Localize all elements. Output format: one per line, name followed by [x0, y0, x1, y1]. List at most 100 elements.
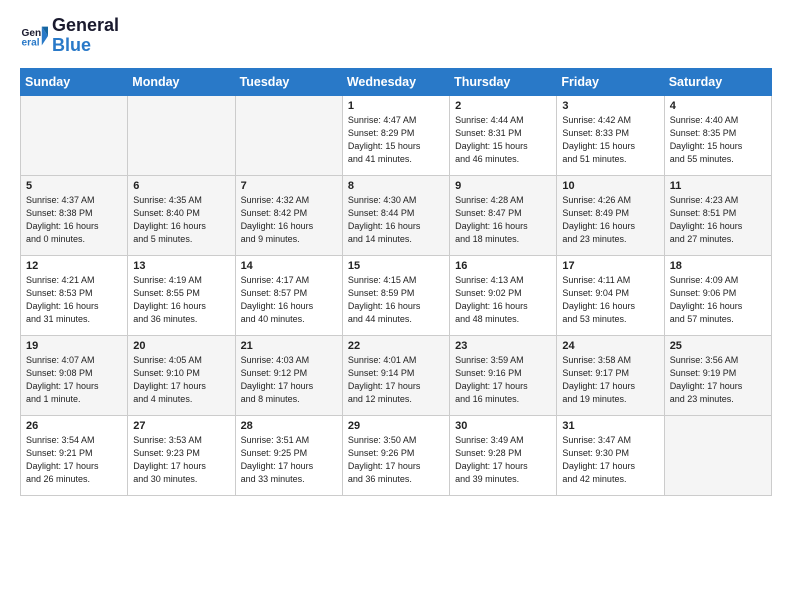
- day-number: 19: [26, 340, 122, 352]
- day-number: 14: [241, 260, 337, 272]
- calendar: Sunday Monday Tuesday Wednesday Thursday…: [20, 68, 772, 496]
- table-row: 8 Sunrise: 4:30 AM Sunset: 8:44 PM Daylig…: [342, 175, 449, 255]
- day-number: 17: [562, 260, 658, 272]
- day-info: Sunrise: 4:35 AM Sunset: 8:40 PM Dayligh…: [133, 194, 229, 246]
- weekday-header-row: Sunday Monday Tuesday Wednesday Thursday…: [21, 68, 772, 95]
- table-row: [128, 95, 235, 175]
- day-info: Sunrise: 4:13 AM Sunset: 9:02 PM Dayligh…: [455, 274, 551, 326]
- table-row: 6 Sunrise: 4:35 AM Sunset: 8:40 PM Daylig…: [128, 175, 235, 255]
- day-info: Sunrise: 3:54 AM Sunset: 9:21 PM Dayligh…: [26, 434, 122, 486]
- day-info: Sunrise: 3:50 AM Sunset: 9:26 PM Dayligh…: [348, 434, 444, 486]
- header-thursday: Thursday: [450, 68, 557, 95]
- table-row: 26 Sunrise: 3:54 AM Sunset: 9:21 PM Dayli…: [21, 415, 128, 495]
- day-info: Sunrise: 3:59 AM Sunset: 9:16 PM Dayligh…: [455, 354, 551, 406]
- logo: Gen eral General Blue: [20, 16, 119, 56]
- table-row: 9 Sunrise: 4:28 AM Sunset: 8:47 PM Daylig…: [450, 175, 557, 255]
- day-info: Sunrise: 4:01 AM Sunset: 9:14 PM Dayligh…: [348, 354, 444, 406]
- day-number: 28: [241, 420, 337, 432]
- day-number: 8: [348, 180, 444, 192]
- table-row: 20 Sunrise: 4:05 AM Sunset: 9:10 PM Dayli…: [128, 335, 235, 415]
- day-number: 2: [455, 100, 551, 112]
- day-info: Sunrise: 3:56 AM Sunset: 9:19 PM Dayligh…: [670, 354, 766, 406]
- table-row: 13 Sunrise: 4:19 AM Sunset: 8:55 PM Dayli…: [128, 255, 235, 335]
- table-row: 23 Sunrise: 3:59 AM Sunset: 9:16 PM Dayli…: [450, 335, 557, 415]
- logo-icon: Gen eral: [20, 22, 48, 50]
- day-info: Sunrise: 4:37 AM Sunset: 8:38 PM Dayligh…: [26, 194, 122, 246]
- day-info: Sunrise: 4:03 AM Sunset: 9:12 PM Dayligh…: [241, 354, 337, 406]
- table-row: 15Sunrise: 4:15 AM Sunset: 8:59 PM Dayli…: [342, 255, 449, 335]
- table-row: 28 Sunrise: 3:51 AM Sunset: 9:25 PM Dayli…: [235, 415, 342, 495]
- table-row: 12 Sunrise: 4:21 AM Sunset: 8:53 PM Dayli…: [21, 255, 128, 335]
- table-row: [664, 415, 771, 495]
- table-row: 22 Sunrise: 4:01 AM Sunset: 9:14 PM Dayli…: [342, 335, 449, 415]
- day-info: Sunrise: 3:47 AM Sunset: 9:30 PM Dayligh…: [562, 434, 658, 486]
- table-row: 3 Sunrise: 4:42 AM Sunset: 8:33 PM Daylig…: [557, 95, 664, 175]
- day-number: 1: [348, 100, 444, 112]
- day-number: 27: [133, 420, 229, 432]
- day-number: 23: [455, 340, 551, 352]
- table-row: 29Sunrise: 3:50 AM Sunset: 9:26 PM Dayli…: [342, 415, 449, 495]
- day-number: 3: [562, 100, 658, 112]
- table-row: 24Sunrise: 3:58 AM Sunset: 9:17 PM Dayli…: [557, 335, 664, 415]
- day-info: Sunrise: 4:44 AM Sunset: 8:31 PM Dayligh…: [455, 114, 551, 166]
- day-info: Sunrise: 4:09 AM Sunset: 9:06 PM Dayligh…: [670, 274, 766, 326]
- table-row: 16Sunrise: 4:13 AM Sunset: 9:02 PM Dayli…: [450, 255, 557, 335]
- day-number: 22: [348, 340, 444, 352]
- day-number: 5: [26, 180, 122, 192]
- header-friday: Friday: [557, 68, 664, 95]
- day-info: Sunrise: 4:40 AM Sunset: 8:35 PM Dayligh…: [670, 114, 766, 166]
- table-row: 31 Sunrise: 3:47 AM Sunset: 9:30 PM Dayli…: [557, 415, 664, 495]
- day-info: Sunrise: 4:32 AM Sunset: 8:42 PM Dayligh…: [241, 194, 337, 246]
- day-number: 30: [455, 420, 551, 432]
- table-row: 11 Sunrise: 4:23 AM Sunset: 8:51 PM Dayli…: [664, 175, 771, 255]
- day-info: Sunrise: 4:19 AM Sunset: 8:55 PM Dayligh…: [133, 274, 229, 326]
- day-number: 18: [670, 260, 766, 272]
- table-row: 7Sunrise: 4:32 AM Sunset: 8:42 PM Daylig…: [235, 175, 342, 255]
- day-info: Sunrise: 4:42 AM Sunset: 8:33 PM Dayligh…: [562, 114, 658, 166]
- day-info: Sunrise: 3:49 AM Sunset: 9:28 PM Dayligh…: [455, 434, 551, 486]
- day-number: 20: [133, 340, 229, 352]
- table-row: 27Sunrise: 3:53 AM Sunset: 9:23 PM Dayli…: [128, 415, 235, 495]
- day-info: Sunrise: 4:28 AM Sunset: 8:47 PM Dayligh…: [455, 194, 551, 246]
- day-number: 12: [26, 260, 122, 272]
- day-number: 26: [26, 420, 122, 432]
- header-saturday: Saturday: [664, 68, 771, 95]
- day-info: Sunrise: 4:26 AM Sunset: 8:49 PM Dayligh…: [562, 194, 658, 246]
- day-info: Sunrise: 3:58 AM Sunset: 9:17 PM Dayligh…: [562, 354, 658, 406]
- day-info: Sunrise: 4:21 AM Sunset: 8:53 PM Dayligh…: [26, 274, 122, 326]
- table-row: 14Sunrise: 4:17 AM Sunset: 8:57 PM Dayli…: [235, 255, 342, 335]
- table-row: 30 Sunrise: 3:49 AM Sunset: 9:28 PM Dayli…: [450, 415, 557, 495]
- calendar-week-row: 1Sunrise: 4:47 AM Sunset: 8:29 PM Daylig…: [21, 95, 772, 175]
- day-info: Sunrise: 4:05 AM Sunset: 9:10 PM Dayligh…: [133, 354, 229, 406]
- day-info: Sunrise: 4:11 AM Sunset: 9:04 PM Dayligh…: [562, 274, 658, 326]
- day-info: Sunrise: 4:15 AM Sunset: 8:59 PM Dayligh…: [348, 274, 444, 326]
- table-row: 17 Sunrise: 4:11 AM Sunset: 9:04 PM Dayli…: [557, 255, 664, 335]
- header-tuesday: Tuesday: [235, 68, 342, 95]
- day-number: 4: [670, 100, 766, 112]
- logo-name: General Blue: [52, 16, 119, 56]
- table-row: 2 Sunrise: 4:44 AM Sunset: 8:31 PM Daylig…: [450, 95, 557, 175]
- table-row: 21Sunrise: 4:03 AM Sunset: 9:12 PM Dayli…: [235, 335, 342, 415]
- day-number: 9: [455, 180, 551, 192]
- header-sunday: Sunday: [21, 68, 128, 95]
- day-info: Sunrise: 3:51 AM Sunset: 9:25 PM Dayligh…: [241, 434, 337, 486]
- calendar-week-row: 12 Sunrise: 4:21 AM Sunset: 8:53 PM Dayli…: [21, 255, 772, 335]
- day-number: 6: [133, 180, 229, 192]
- day-number: 10: [562, 180, 658, 192]
- day-number: 13: [133, 260, 229, 272]
- table-row: [21, 95, 128, 175]
- table-row: 4 Sunrise: 4:40 AM Sunset: 8:35 PM Daylig…: [664, 95, 771, 175]
- calendar-week-row: 26 Sunrise: 3:54 AM Sunset: 9:21 PM Dayli…: [21, 415, 772, 495]
- table-row: 19Sunrise: 4:07 AM Sunset: 9:08 PM Dayli…: [21, 335, 128, 415]
- day-info: Sunrise: 4:30 AM Sunset: 8:44 PM Dayligh…: [348, 194, 444, 246]
- table-row: 25Sunrise: 3:56 AM Sunset: 9:19 PM Dayli…: [664, 335, 771, 415]
- calendar-week-row: 5 Sunrise: 4:37 AM Sunset: 8:38 PM Daylig…: [21, 175, 772, 255]
- day-number: 11: [670, 180, 766, 192]
- table-row: 10 Sunrise: 4:26 AM Sunset: 8:49 PM Dayli…: [557, 175, 664, 255]
- day-number: 31: [562, 420, 658, 432]
- day-info: Sunrise: 4:23 AM Sunset: 8:51 PM Dayligh…: [670, 194, 766, 246]
- header-wednesday: Wednesday: [342, 68, 449, 95]
- calendar-week-row: 19Sunrise: 4:07 AM Sunset: 9:08 PM Dayli…: [21, 335, 772, 415]
- table-row: 1Sunrise: 4:47 AM Sunset: 8:29 PM Daylig…: [342, 95, 449, 175]
- header-monday: Monday: [128, 68, 235, 95]
